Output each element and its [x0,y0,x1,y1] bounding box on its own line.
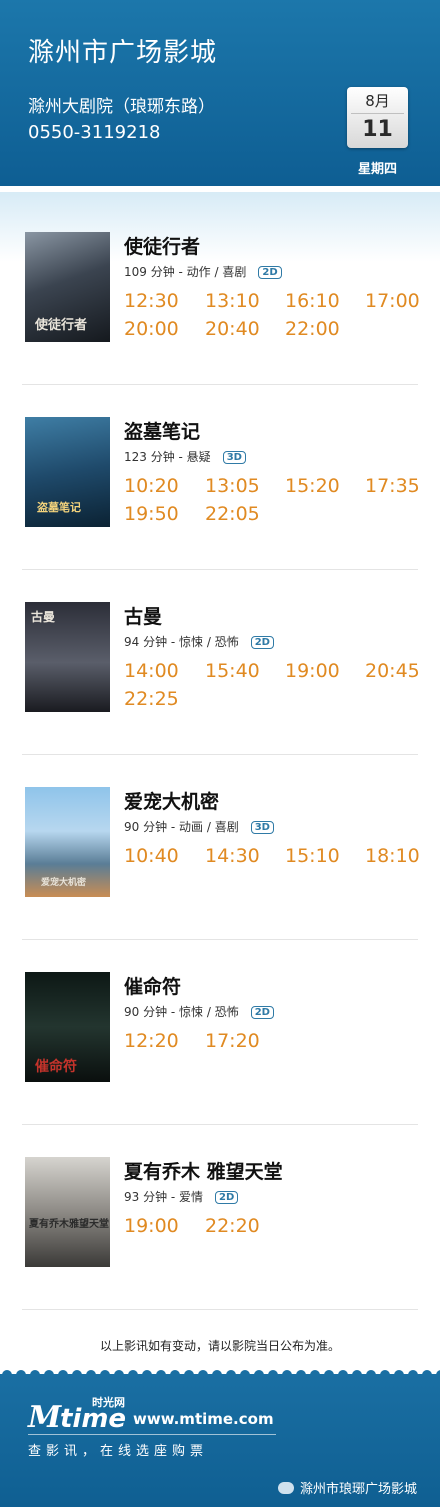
movie-info: 盗墓笔记 123 分钟 - 悬疑 3D 10:20 13:05 15:20 17:35 19:… [124,417,424,529]
movie-poster[interactable]: 催命符 [25,972,110,1082]
movie-item[interactable]: 盗墓笔记 盗墓笔记 123 分钟 - 悬疑 3D 10:20 13:05 15:20 17:3… [24,417,420,529]
footer-divider [28,1434,276,1435]
movie-poster[interactable]: 盗墓笔记 [25,417,110,527]
movie-title[interactable]: 古曼 [124,602,162,629]
poster-title-text: 盗墓笔记 [37,501,81,514]
movie-info: 古曼 94 分钟 - 惊悚 / 恐怖 2D 14:00 15:40 19:00 20:45 2… [124,602,424,714]
format-badge: 3D [250,821,274,834]
movie-item[interactable]: 古曼 古曼 94 分钟 - 惊悚 / 恐怖 2D 14:00 15:40 19:00 20:4… [24,602,420,714]
calendar-date-badge: 8月 11 [347,87,408,148]
showtime[interactable]: 10:20 [124,475,179,497]
showtime[interactable]: 12:20 [124,1030,179,1052]
format-badge: 2D [258,266,282,279]
showtime[interactable]: 20:00 [124,318,179,340]
movie-item[interactable]: 夏有乔木雅望天堂 夏有乔木 雅望天堂 93 分钟 - 爱情 2D 19:00 22:20 [24,1157,418,1269]
showtime[interactable]: 10:40 [124,845,179,867]
movie-divider [22,1124,418,1125]
showtime[interactable]: 18:10 [365,845,420,867]
format-badge: 2D [215,1191,239,1204]
movie-divider [22,754,418,755]
showtime[interactable]: 19:00 [285,660,340,682]
showtime[interactable]: 14:00 [124,660,179,682]
movie-info: 使徒行者 109 分钟 - 动作 / 喜剧 2D 12:30 13:10 16:10 17:… [124,232,424,344]
showtime[interactable]: 22:05 [205,503,260,525]
wechat-icon [278,1482,294,1494]
cinema-address: 滁州大剧院（琅琊东路） [28,97,215,117]
movie-meta: 94 分钟 - 惊悚 / 恐怖 2D [124,633,274,650]
cinema-phone[interactable]: 0550-3119218 [28,122,160,143]
movie-title[interactable]: 爱宠大机密 [124,787,219,814]
showtime[interactable]: 14:30 [205,845,260,867]
notice-text: 以上影讯如有变动，请以影院当日公布为准。 [99,1339,340,1353]
mtime-footer: M time 时光网 www.mtime.com 查影讯，在线选座购票 滁州市琅… [0,1374,440,1507]
movie-duration-genre: 90 分钟 - 动画 / 喜剧 [124,820,239,834]
poster-title-text: 古曼 [31,610,56,624]
date-weekday: 星期四 [357,162,397,177]
movie-duration-genre: 93 分钟 - 爱情 [124,1190,204,1204]
movie-meta: 93 分钟 - 爱情 2D [124,1188,239,1205]
poster-title-text: 夏有乔木雅望天堂 [29,1219,109,1230]
showtime[interactable]: 17:35 [365,475,420,497]
showtime[interactable]: 12:30 [124,290,179,312]
movie-info: 催命符 90 分钟 - 惊悚 / 恐怖 2D 12:20 17:20 [124,972,424,1084]
showtime[interactable]: 13:10 [205,290,260,312]
showtime[interactable]: 19:00 [124,1215,179,1237]
movie-meta: 90 分钟 - 惊悚 / 恐怖 2D [124,1003,274,1020]
poster-title-text: 爱宠大机密 [41,878,87,888]
showtime[interactable]: 20:45 [365,660,420,682]
wechat-account-name: 滁州市琅琊广场影城 [300,1482,418,1497]
movie-poster[interactable]: 使徒行者 [25,232,110,342]
showtime[interactable]: 17:20 [205,1030,260,1052]
showtime[interactable]: 16:10 [285,290,340,312]
showtime[interactable]: 15:10 [285,845,340,867]
movie-divider [22,569,418,570]
movie-meta: 123 分钟 - 悬疑 3D [124,448,246,465]
movie-poster[interactable]: 爱宠大机密 [25,787,110,897]
format-badge: 2D [250,1006,274,1019]
cinema-header: 滁州市广场影城 滁州大剧院（琅琊东路） 0550-3119218 8月 11 星… [0,0,440,186]
movie-title[interactable]: 盗墓笔记 [124,417,200,444]
showtime[interactable]: 13:05 [205,475,260,497]
movie-duration-genre: 123 分钟 - 悬疑 [124,450,211,464]
date-separator [351,113,404,114]
movie-poster[interactable]: 古曼 [25,602,110,712]
mtime-logo-cn: 时光网 [92,1396,125,1409]
movie-meta: 109 分钟 - 动作 / 喜剧 2D [124,263,282,280]
showtime[interactable]: 22:25 [124,688,179,710]
showtime[interactable]: 15:40 [205,660,260,682]
showtime[interactable]: 22:00 [285,318,340,340]
movie-duration-genre: 90 分钟 - 惊悚 / 恐怖 [124,1005,239,1019]
showtime[interactable]: 15:20 [285,475,340,497]
movie-info: 爱宠大机密 90 分钟 - 动画 / 喜剧 3D 10:40 14:30 15:10 18:… [124,787,424,899]
showtime[interactable]: 22:20 [205,1215,260,1237]
movie-item[interactable]: 爱宠大机密 爱宠大机密 90 分钟 - 动画 / 喜剧 3D 10:40 14:30 15:… [24,787,420,899]
showtime[interactable]: 19:50 [124,503,179,525]
date-month: 8月 [365,92,390,110]
movie-item[interactable]: 使徒行者 使徒行者 109 分钟 - 动作 / 喜剧 2D 12:30 13:10 16:1… [24,232,420,344]
movie-meta: 90 分钟 - 动画 / 喜剧 3D [124,818,274,835]
movie-duration-genre: 94 分钟 - 惊悚 / 恐怖 [124,635,239,649]
footer-tagline: 查影讯，在线选座购票 [28,1444,209,1459]
movie-title[interactable]: 催命符 [124,972,181,999]
poster-title-text: 催命符 [35,1059,77,1075]
movie-item[interactable]: 催命符 催命符 90 分钟 - 惊悚 / 恐怖 2D 12:20 17:20 [24,972,418,1084]
format-badge: 3D [222,451,246,464]
poster-title-text: 使徒行者 [35,318,88,333]
mtime-website-link[interactable]: www.mtime.com [133,1410,274,1428]
movie-info: 夏有乔木 雅望天堂 93 分钟 - 爱情 2D 19:00 22:20 [124,1157,424,1269]
showtime[interactable]: 17:00 [365,290,420,312]
wechat-account: 滁州市琅琊广场影城 [278,1478,417,1497]
cinema-title: 滁州市广场影城 [28,38,218,68]
movie-duration-genre: 109 分钟 - 动作 / 喜剧 [124,265,247,279]
movie-divider [22,1309,418,1310]
mtime-logo-m: M [28,1400,62,1435]
movie-title[interactable]: 夏有乔木 雅望天堂 [124,1157,283,1184]
format-badge: 2D [250,636,274,649]
date-day: 11 [362,117,393,142]
movie-title[interactable]: 使徒行者 [124,232,200,259]
movie-divider [22,939,418,940]
movie-divider [22,384,418,385]
movie-poster[interactable]: 夏有乔木雅望天堂 [25,1157,110,1267]
showtime[interactable]: 20:40 [205,318,260,340]
